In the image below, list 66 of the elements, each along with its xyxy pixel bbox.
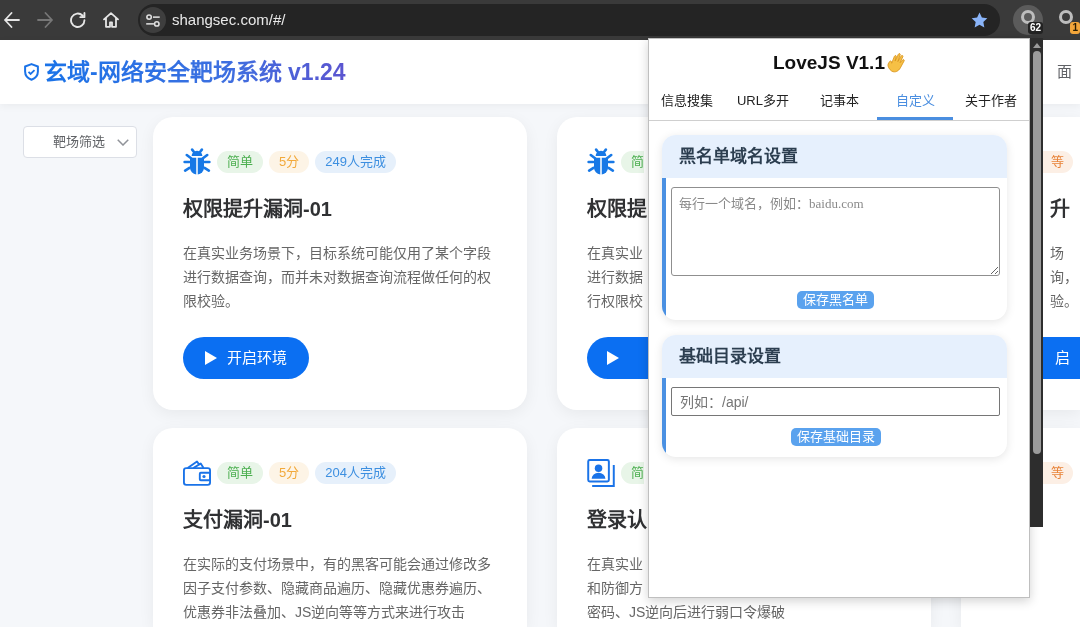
popup-tab[interactable]: 信息搜集 xyxy=(649,84,725,120)
arrow-right-icon xyxy=(37,12,53,28)
extension-button[interactable]: 1 xyxy=(1052,5,1080,35)
tag-badge: 等 xyxy=(1043,151,1073,173)
shield-icon xyxy=(24,63,39,81)
count-badge: 1 xyxy=(1070,22,1080,34)
tune-icon xyxy=(146,13,160,27)
tag-badge: 简单 xyxy=(217,151,263,173)
card-description: 在真实业务场景下，目标系统可能仅用了某个字段进行数据查询，而并未对数据查询流程做任何的权限校验。 xyxy=(183,244,492,311)
card-description: 进行数据 xyxy=(587,268,643,287)
card-description: 在真实业 xyxy=(587,244,643,263)
tag-badge: 简单 xyxy=(217,462,263,484)
section-title: 黑名单域名设置 xyxy=(662,135,1007,178)
home-icon xyxy=(103,12,119,28)
card-description: 验。 xyxy=(1050,292,1078,311)
tag-badge: 5分 xyxy=(269,151,310,173)
popup-tab[interactable]: URL多开 xyxy=(725,84,801,120)
filter-select[interactable]: 靶场筛选 xyxy=(23,126,137,158)
tag-badge: 简 xyxy=(621,462,644,484)
tag-badge: 等 xyxy=(1043,462,1073,484)
card-title: 登录认 xyxy=(587,508,647,532)
url-text: shangsec.com/#/ xyxy=(172,9,286,30)
section-title: 基础目录设置 xyxy=(662,335,1007,378)
scrollbar-thumb[interactable] xyxy=(1032,51,1041,454)
waving-hand-icon xyxy=(886,53,905,73)
tag-badge: 204人完成 xyxy=(315,462,396,484)
card-title: 支付漏洞-01 xyxy=(183,508,292,532)
address-bar[interactable]: shangsec.com/#/ xyxy=(138,4,1000,36)
site-info-button[interactable] xyxy=(140,7,166,33)
play-icon xyxy=(607,351,619,365)
tag-badge: 简 xyxy=(621,151,644,173)
star-icon[interactable] xyxy=(971,12,988,28)
triangle-up-icon[interactable] xyxy=(1032,43,1041,48)
chevron-down-icon xyxy=(117,138,129,146)
input-field[interactable]: 列如：/api/ xyxy=(671,387,1000,416)
card-title: 权限提 xyxy=(587,197,647,221)
card-title: 权限提升漏洞-01 xyxy=(183,197,332,221)
nav-link[interactable]: 面 xyxy=(1057,60,1072,84)
wallet-icon xyxy=(183,459,211,487)
count-badge: 62 xyxy=(1027,22,1043,34)
start-button[interactable]: 启 xyxy=(1043,337,1080,379)
play-icon xyxy=(205,351,217,365)
card-description: 行权限校 xyxy=(587,292,643,311)
card-description: 和防御方 xyxy=(587,579,643,598)
extension-button[interactable]: 62 xyxy=(1013,5,1043,35)
tag-badge: 249人完成 xyxy=(315,151,396,173)
textarea-field[interactable]: 每行一个域名，例如：baidu.com xyxy=(671,187,1000,276)
card-description: 密码、JS逆向后进行弱口令爆破 xyxy=(587,603,786,622)
card-description: 在真实业 xyxy=(587,555,643,574)
bug-icon xyxy=(183,148,211,176)
tag-badge: 5分 xyxy=(269,462,310,484)
popup-tab[interactable]: 记事本 xyxy=(801,84,877,120)
card-description: 场 xyxy=(1050,244,1064,263)
card-description: 询， xyxy=(1050,268,1078,287)
arrow-left-icon xyxy=(4,12,20,28)
ring-icon xyxy=(1021,10,1035,24)
popup-tab[interactable]: 关于作者 xyxy=(953,84,1029,120)
ring-icon xyxy=(1059,10,1073,24)
popup-title: LoveJS V1.1 xyxy=(773,50,885,75)
contact-card-icon xyxy=(587,459,615,487)
card-description: 在实际的支付场景中，有的黑客可能会通过修改多因子支付参数、隐藏商品遍历、隐藏优惠券遍历、优惠券非法叠加、JS逆向等等方式来进行攻击 xyxy=(183,555,492,622)
reload-icon xyxy=(70,12,86,28)
start-button[interactable] xyxy=(587,337,648,379)
start-button[interactable]: 开启环境 xyxy=(183,337,309,379)
card-title: 升 xyxy=(1050,197,1070,221)
bug-icon xyxy=(587,148,615,176)
